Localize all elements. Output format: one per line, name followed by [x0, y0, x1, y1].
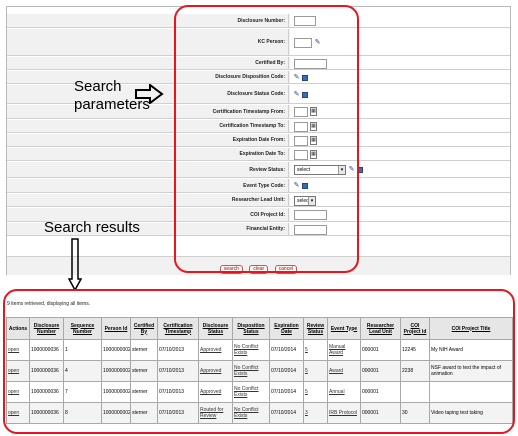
search-parameters-highlight: [174, 5, 359, 273]
arrow-right-icon: [135, 84, 164, 104]
arrow-down-icon: [68, 238, 82, 292]
search-results-highlight: [3, 289, 515, 434]
search-results-annotation: Search results: [44, 219, 140, 236]
